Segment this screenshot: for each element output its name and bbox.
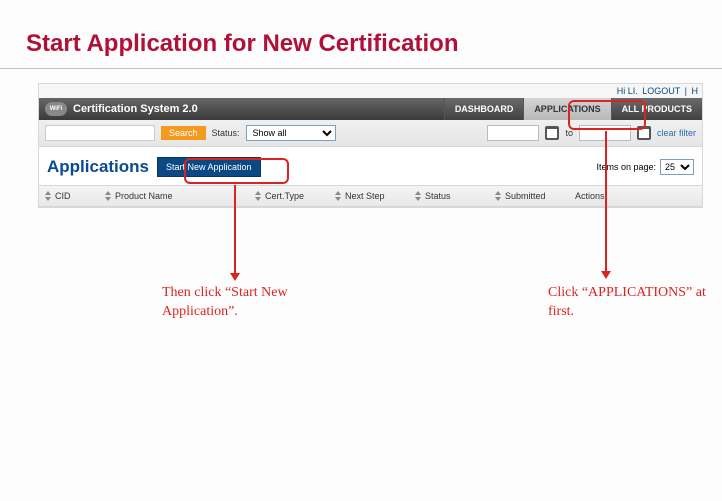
- calendar-icon[interactable]: [545, 126, 559, 140]
- arrow-line: [605, 131, 607, 273]
- col-submitted[interactable]: Submitted: [489, 191, 569, 201]
- col-actions-label: Actions: [575, 191, 605, 201]
- arrow-down-icon: [230, 273, 240, 281]
- page-title: Start Application for New Certification: [0, 0, 722, 64]
- sort-icon: [335, 191, 342, 201]
- status-label: Status:: [212, 128, 240, 138]
- sort-icon: [105, 191, 112, 201]
- sort-icon: [255, 191, 262, 201]
- date-to-label: to: [565, 128, 573, 138]
- col-product-label: Product Name: [115, 191, 173, 201]
- status-select[interactable]: Show all: [246, 125, 336, 141]
- col-next-step[interactable]: Next Step: [329, 191, 409, 201]
- system-title: Certification System 2.0: [73, 103, 198, 115]
- logout-link[interactable]: LOGOUT: [642, 86, 680, 96]
- top-links: Hi LI. LOGOUT | H: [39, 84, 702, 98]
- annotation-applications: Click “APPLICATIONS” at first.: [548, 284, 708, 322]
- col-product-name[interactable]: Product Name: [99, 191, 249, 201]
- items-per-page: Items on page: 25: [596, 159, 694, 175]
- topbar: WiFi Certification System 2.0 DASHBOARD …: [39, 98, 702, 120]
- nav-dashboard[interactable]: DASHBOARD: [444, 98, 524, 120]
- applications-heading: Applications: [47, 157, 149, 177]
- clear-filter-link[interactable]: clear filter: [657, 128, 696, 138]
- col-status[interactable]: Status: [409, 191, 489, 201]
- sort-icon: [45, 191, 52, 201]
- search-button[interactable]: Search: [161, 126, 206, 140]
- col-actions: Actions: [569, 191, 649, 201]
- sort-icon: [495, 191, 502, 201]
- app-shell: Hi LI. LOGOUT | H WiFi Certification Sys…: [38, 83, 703, 208]
- top-sep: |: [685, 86, 687, 96]
- annotation-start-new: Then click “Start New Application”.: [162, 284, 342, 322]
- help-link[interactable]: H: [692, 86, 699, 96]
- wifi-logo-icon: WiFi: [45, 102, 67, 116]
- section-header: Applications Start New Application Items…: [39, 147, 702, 185]
- arrow-line: [234, 185, 236, 275]
- greeting-text: Hi LI.: [617, 86, 638, 96]
- table-header-row: CID Product Name Cert.Type Next Step Sta…: [39, 185, 702, 207]
- items-per-page-select[interactable]: 25: [660, 159, 694, 175]
- col-cert-type[interactable]: Cert.Type: [249, 191, 329, 201]
- arrow-down-icon: [601, 271, 611, 279]
- col-submitted-label: Submitted: [505, 191, 546, 201]
- col-status-label: Status: [425, 191, 451, 201]
- title-rule: [0, 68, 722, 69]
- date-from-input[interactable]: [487, 125, 539, 141]
- calendar-icon[interactable]: [637, 126, 651, 140]
- nav-applications[interactable]: APPLICATIONS: [523, 98, 610, 120]
- sort-icon: [415, 191, 422, 201]
- col-cid[interactable]: CID: [39, 191, 99, 201]
- search-input[interactable]: [45, 125, 155, 141]
- filter-bar: Search Status: Show all to clear filter: [39, 120, 702, 147]
- col-next-label: Next Step: [345, 191, 385, 201]
- nav-all-products[interactable]: ALL PRODUCTS: [611, 98, 702, 120]
- col-cert-label: Cert.Type: [265, 191, 304, 201]
- col-cid-label: CID: [55, 191, 71, 201]
- start-new-application-button[interactable]: Start New Application: [157, 157, 261, 177]
